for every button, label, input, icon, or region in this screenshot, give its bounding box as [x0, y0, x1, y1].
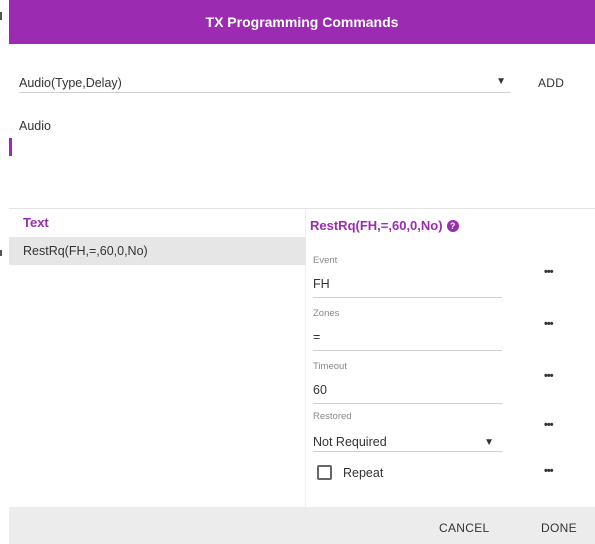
zones-value[interactable]: =	[313, 330, 320, 344]
command-select[interactable]: Audio(Type,Delay) ▼	[19, 74, 510, 93]
command-description: Audio	[19, 119, 51, 133]
zones-label: Zones	[313, 308, 340, 319]
add-button[interactable]: ADD	[538, 76, 564, 90]
timeout-value[interactable]: 60	[313, 383, 327, 397]
timeout-more-button[interactable]: •••	[544, 370, 554, 382]
dialog-titlebar: TX Programming Commands	[9, 0, 595, 44]
background-edge	[0, 12, 2, 20]
accent-bar	[9, 138, 12, 156]
repeat-label: Repeat	[343, 465, 384, 480]
editor-title: RestRq(FH,=,60,0,No) ?	[310, 218, 459, 233]
repeat-checkbox-row[interactable]: Repeat	[317, 465, 383, 480]
dialog-footer: CANCEL DONE	[9, 507, 595, 544]
dropdown-arrow-icon[interactable]: ▼	[484, 437, 494, 448]
command-list-item-label: RestRq(FH,=,60,0,No)	[23, 244, 148, 258]
event-value[interactable]: FH	[313, 277, 330, 291]
repeat-more-button[interactable]: •••	[544, 465, 554, 477]
dropdown-arrow-icon[interactable]: ▼	[496, 76, 506, 87]
command-list-item[interactable]: RestRq(FH,=,60,0,No)	[9, 237, 306, 265]
done-button[interactable]: DONE	[541, 521, 577, 535]
timeout-label: Timeout	[313, 361, 347, 372]
event-label: Event	[313, 255, 338, 266]
command-list-header: Text	[23, 215, 49, 230]
background-edge	[0, 250, 2, 256]
command-list-panel: Text RestRq(FH,=,60,0,No)	[9, 209, 306, 507]
tx-programming-dialog: TX Programming Commands Audio(Type,Delay…	[9, 0, 595, 544]
command-select-value: Audio(Type,Delay)	[19, 76, 122, 90]
cancel-button[interactable]: CANCEL	[439, 521, 489, 535]
restored-value: Not Required	[313, 435, 387, 449]
help-icon[interactable]: ?	[446, 219, 459, 232]
timeout-field[interactable]: Timeout 60	[313, 361, 502, 404]
restored-label: Restored	[313, 411, 352, 422]
restored-select[interactable]: Restored Not Required ▼	[313, 411, 502, 452]
event-more-button[interactable]: •••	[544, 266, 554, 278]
editor-title-text: RestRq(FH,=,60,0,No)	[310, 218, 443, 233]
restored-more-button[interactable]: •••	[544, 419, 554, 431]
event-field[interactable]: Event FH	[313, 255, 502, 298]
zones-more-button[interactable]: •••	[544, 318, 554, 330]
zones-field[interactable]: Zones =	[313, 308, 502, 351]
dialog-title: TX Programming Commands	[205, 14, 399, 30]
repeat-checkbox[interactable]	[317, 465, 332, 480]
